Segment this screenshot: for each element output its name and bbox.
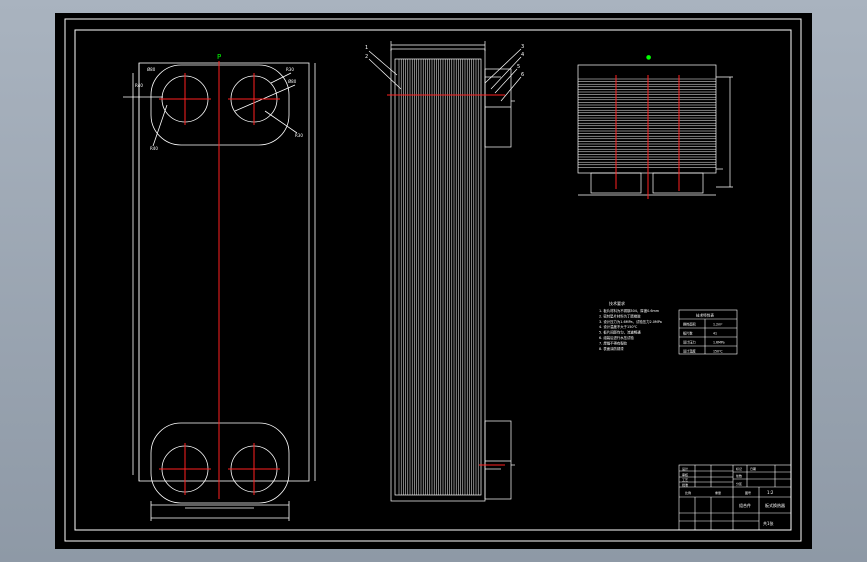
side-centerlines <box>387 94 505 466</box>
title-cell-text: 标记 <box>736 466 742 471</box>
side-callout-6: 6 <box>521 72 524 78</box>
nozzle-top <box>484 68 512 148</box>
title-scale: 1:2 <box>767 490 774 495</box>
callout-6: R40 <box>135 83 143 88</box>
note-line: 1. 板片材料为不锈钢304，厚度0.6mm <box>599 308 660 313</box>
drawing-canvas[interactable]: P Ø80 R30 Ø80 R30 R40 R40 1 2 3 4 5 6 ● … <box>55 13 812 549</box>
top-view <box>577 64 733 196</box>
callout-4: R30 <box>295 133 303 138</box>
title-cell-text: 分区 <box>736 481 742 486</box>
note-line: 5. 板片间距均匀，流道畅通 <box>599 330 641 335</box>
spec-title: 技术特性表 <box>696 313 714 318</box>
spec-label: 设计压力 <box>683 340 696 345</box>
note-line: 2. 密封垫片材料为丁腈橡胶 <box>599 313 641 318</box>
title-cell-text: 处数 <box>736 473 742 478</box>
spec-label: 换热面积 <box>683 322 697 327</box>
title-cell-text: 批准 <box>682 482 688 487</box>
nozzle-bottom <box>484 420 512 500</box>
title-cell-text: 工艺 <box>682 477 688 482</box>
title-cell-text: 图号 <box>745 490 751 495</box>
note-line: 4. 设计温度不大于150℃ <box>599 324 638 329</box>
notes-title: 技术要求 <box>609 300 625 306</box>
callout-5: R40 <box>150 146 158 151</box>
cad-viewport[interactable]: P Ø80 R30 Ø80 R30 R40 R40 1 2 3 4 5 6 ● … <box>55 13 812 549</box>
technical-notes: 技术要求 1. 板片材料为不锈钢304，厚度0.6mm2. 密封垫片材料为丁腈橡… <box>599 300 662 351</box>
front-top-mark: P <box>217 53 221 61</box>
side-callout-4: 4 <box>521 52 524 58</box>
note-line: 7. 焊缝不得有裂纹 <box>599 340 628 345</box>
callout-1: Ø80 <box>147 67 156 72</box>
spec-value: 1.6MPa <box>713 341 725 345</box>
title-drawing-name: 板式换热器 <box>765 502 785 508</box>
note-line: 3. 设计压力为1.6MPa，试验压力2.0MPa <box>599 319 662 324</box>
top-plate-lines <box>578 78 716 168</box>
title-material: 组合件 <box>739 502 751 508</box>
side-frame <box>390 48 486 502</box>
title-sheet: 共1张 <box>763 520 774 526</box>
title-cell-text: 设计 <box>682 466 688 471</box>
callout-2: R30 <box>286 67 294 72</box>
side-callout-5: 5 <box>517 64 520 70</box>
side-callout-3: 3 <box>521 44 524 50</box>
spec-value: 150℃ <box>713 350 723 354</box>
top-view-marker: ● <box>646 54 651 61</box>
title-cell-text: 审核 <box>682 472 688 477</box>
spec-table: 技术特性表 换热面积 1.2m² 板片数 41 设计压力 1.6MPa 设计温度 150℃ <box>678 309 738 355</box>
note-line: 8. 表面涂防锈漆 <box>599 346 624 351</box>
top-gasket <box>150 64 290 146</box>
top-centerlines <box>615 75 680 199</box>
spec-label: 设计温度 <box>683 349 697 354</box>
plate-pack <box>398 59 479 495</box>
title-cell-text: 比例 <box>685 490 691 495</box>
side-callout-2: 2 <box>365 54 368 60</box>
title-block: 板式换热器 1:2 组合件 共1张 设计审核工艺批准 标记处数分区 日期比例 重量 图号 <box>678 464 792 531</box>
plate-outline <box>138 62 310 482</box>
side-callout-1: 1 <box>365 45 368 51</box>
spec-value: 1.2m² <box>713 323 723 327</box>
title-cell-text: 重量 <box>715 490 721 495</box>
bottom-gasket <box>150 422 290 504</box>
note-line: 6. 组装后进行水压试验 <box>599 335 634 340</box>
spec-label: 板片数 <box>683 331 693 336</box>
spec-value: 41 <box>713 332 717 336</box>
title-cell-text: 日期 <box>750 466 756 471</box>
callout-3: Ø80 <box>288 79 297 84</box>
side-view <box>368 41 522 502</box>
front-centerlines <box>159 61 280 499</box>
